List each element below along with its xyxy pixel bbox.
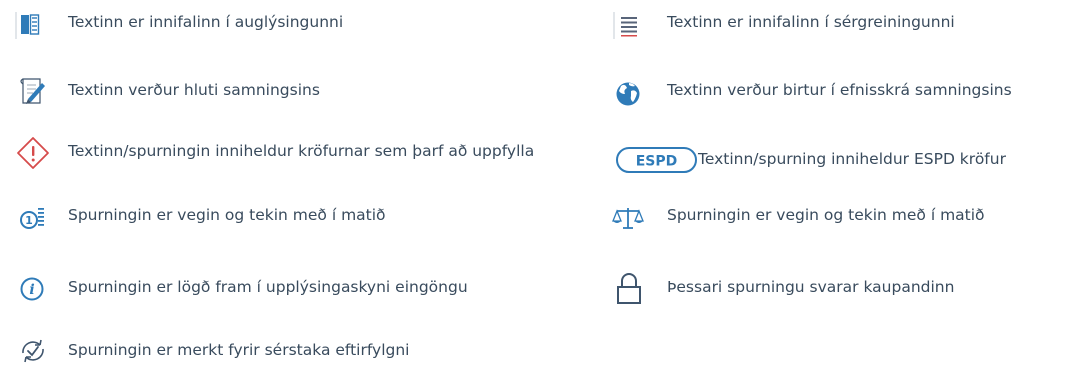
legend-label-index: Textinn verður birtur í efnisskrá samnin…: [667, 81, 1012, 99]
warning-diamond-icon: [11, 136, 55, 170]
legend-label-scales: Spurningin er vegin og tekin með í matið: [667, 206, 985, 224]
legend-label-specification: Textinn er innifalinn í sérgreiningunni: [667, 13, 955, 31]
svg-text:1: 1: [25, 214, 33, 227]
legend-label-buyer: Þessari spurningu svarar kaupandinn: [667, 278, 955, 296]
espd-badge-icon: ESPD: [607, 145, 707, 175]
contract-pen-icon: [11, 74, 55, 108]
info-circle-icon: i: [11, 271, 55, 305]
svg-text:ESPD: ESPD: [636, 154, 678, 170]
legend-label-espd: Textinn/spurning inniheldur ESPD kröfur: [698, 150, 1006, 168]
legend-label-announcement: Textinn er innifalinn í auglýsingunni: [68, 13, 344, 31]
legend-label-weighted: Spurningin er vegin og tekin með í matið: [68, 206, 386, 224]
legend-label-informational: Spurningin er lögð fram í upplýsingaskyn…: [68, 278, 468, 296]
legend-label-requirements: Textinn/spurningin inniheldur kröfurnar …: [68, 142, 535, 160]
padlock-icon: [607, 271, 651, 305]
document-columns-icon: [11, 8, 55, 42]
lines-document-icon: [607, 8, 651, 42]
scales-icon: [607, 200, 651, 234]
legend-label-followup: Spurningin er merkt fyrir sérstaka eftir…: [68, 341, 410, 359]
refresh-check-icon: [11, 334, 55, 368]
weighted-number-list-icon: 1: [11, 200, 55, 234]
globe-icon: [607, 74, 651, 108]
icon-legend: Textinn er innifalinn í auglýsingunni Te…: [0, 0, 1081, 369]
legend-label-contract: Textinn verður hluti samningsins: [68, 81, 320, 99]
svg-text:i: i: [29, 282, 34, 298]
